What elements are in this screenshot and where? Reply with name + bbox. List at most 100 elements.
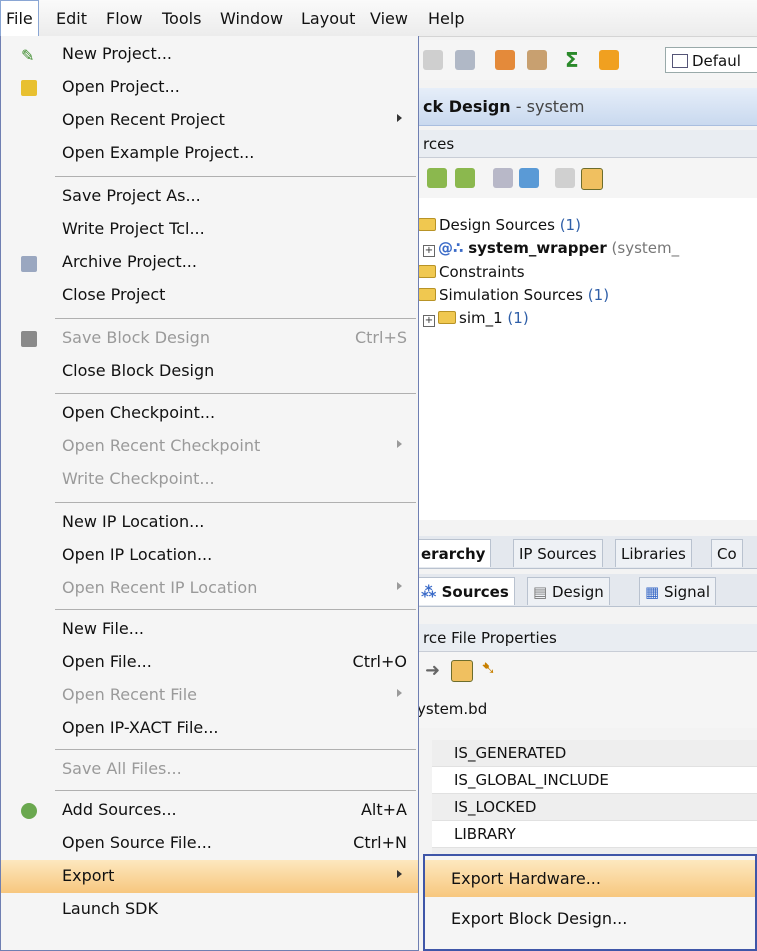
property-row[interactable]: IS_GENERATED: [432, 740, 757, 767]
property-row[interactable]: LIBRARY: [432, 821, 757, 848]
folder-icon: [418, 265, 436, 278]
menubar: File Edit Flow Tools Window Layout View …: [0, 0, 757, 37]
menu-window[interactable]: Window: [220, 9, 283, 28]
sources-toolbar: [415, 158, 757, 198]
menu-item-new-file[interactable]: New File...: [1, 613, 418, 646]
tab-signals[interactable]: ▦ Signal: [639, 577, 717, 605]
menu-item-open-project[interactable]: Open Project...: [1, 71, 418, 104]
submenu-arrow-icon: [397, 114, 402, 122]
folder-icon: [418, 288, 436, 301]
program-icon[interactable]: [455, 50, 475, 70]
menu-item-open-example-project[interactable]: Open Example Project...: [1, 137, 418, 170]
menu-item-new-project[interactable]: New Project...: [1, 38, 418, 71]
menu-item-new-ip-location[interactable]: New IP Location...: [1, 506, 418, 539]
tab-compile-order[interactable]: Co: [711, 539, 743, 567]
menu-item-write-project-tcl[interactable]: Write Project Tcl...: [1, 213, 418, 246]
file-menu: ✎ New Project... Open Project... Open Re…: [0, 36, 419, 951]
menu-separator: [55, 393, 416, 394]
add-sources-icon[interactable]: [493, 168, 513, 188]
tab-design[interactable]: ▤ Design: [527, 577, 610, 605]
menu-flow[interactable]: Flow: [106, 9, 143, 28]
menu-file[interactable]: File: [0, 0, 39, 36]
menu-layout[interactable]: Layout: [301, 9, 355, 28]
tree-design-sources[interactable]: Design Sources (1): [418, 216, 581, 234]
block-design-header: ck Design - system: [415, 88, 757, 126]
menu-item-open-recent-file[interactable]: Open Recent File: [1, 679, 418, 712]
submenu-arrow-icon: [397, 582, 402, 590]
layout-select[interactable]: Defaul: [665, 47, 757, 73]
submenu-arrow-icon: [397, 870, 402, 878]
expand-icon[interactable]: +: [423, 315, 435, 327]
view-tabs: erarchy IP Sources Libraries Co: [415, 536, 757, 569]
menu-item-open-recent-ip-location[interactable]: Open Recent IP Location: [1, 572, 418, 605]
menu-item-open-ip-xact-file[interactable]: Open IP-XACT File...: [1, 712, 418, 745]
block-design-subtitle: - system: [515, 97, 585, 116]
menu-separator: [55, 318, 416, 319]
hierarchy-icon: ⁂: [421, 583, 437, 601]
menu-item-open-source-file[interactable]: Open Source File... Ctrl+N: [1, 827, 418, 860]
sources-header: rces: [415, 130, 757, 158]
menu-item-write-checkpoint[interactable]: Write Checkpoint...: [1, 463, 418, 496]
signal-icon: ▦: [645, 583, 660, 601]
folder-icon: [418, 218, 436, 231]
menu-item-archive-project[interactable]: Archive Project...: [1, 246, 418, 279]
tree-constraints[interactable]: Constraints: [418, 263, 525, 281]
properties-icon[interactable]: [555, 168, 575, 188]
forward-icon[interactable]: ➜: [425, 660, 440, 681]
menu-item-save-project-as[interactable]: Save Project As...: [1, 180, 418, 213]
menu-view[interactable]: View: [370, 9, 408, 28]
tab-libraries[interactable]: Libraries: [615, 539, 692, 567]
menu-item-save-block-design[interactable]: Save Block Design Ctrl+S: [1, 322, 418, 355]
run-icon[interactable]: [423, 50, 443, 70]
expand-all-icon[interactable]: [455, 168, 475, 188]
block-design-title: ck Design: [423, 97, 511, 116]
menu-item-launch-sdk[interactable]: Launch SDK: [1, 893, 418, 926]
tab-hierarchy[interactable]: erarchy: [415, 539, 492, 567]
add-folder-icon[interactable]: [519, 168, 539, 188]
menu-separator: [55, 176, 416, 177]
settings-icon[interactable]: [451, 660, 473, 682]
sources-tabs: ⁂ Sources ▤ Design ▦ Signal: [415, 574, 757, 607]
menu-edit[interactable]: Edit: [56, 9, 87, 28]
design-icon: ▤: [533, 583, 548, 601]
menu-item-open-recent-project[interactable]: Open Recent Project: [1, 104, 418, 137]
tab-ip-sources[interactable]: IP Sources: [513, 539, 603, 567]
pin-icon[interactable]: [581, 168, 603, 190]
menu-separator: [55, 609, 416, 610]
menu-item-save-all-files[interactable]: Save All Files...: [1, 753, 418, 786]
tree-sim-1[interactable]: + sim_1 (1): [423, 309, 529, 327]
layout-icon: [672, 54, 688, 68]
submenu-arrow-icon: [397, 689, 402, 697]
property-row[interactable]: IS_LOCKED: [432, 794, 757, 821]
menu-item-add-sources[interactable]: Add Sources... Alt+A: [1, 794, 418, 827]
property-row[interactable]: IS_GLOBAL_INCLUDE: [432, 767, 757, 794]
folder-icon: [438, 311, 456, 324]
tree-simulation-sources[interactable]: Simulation Sources (1): [418, 286, 609, 304]
sigma-icon[interactable]: Σ: [565, 50, 585, 70]
menu-item-export-block-design[interactable]: Export Block Design...: [425, 900, 755, 937]
menu-tools[interactable]: Tools: [162, 9, 201, 28]
settings-icon[interactable]: [495, 50, 515, 70]
sources-tree: Design Sources (1) + @∴ system_wrapper (s…: [415, 198, 757, 520]
select-icon[interactable]: ➷: [481, 658, 496, 679]
menu-separator: [55, 502, 416, 503]
menu-item-open-checkpoint[interactable]: Open Checkpoint...: [1, 397, 418, 430]
collapse-all-icon[interactable]: [427, 168, 447, 188]
tools-icon[interactable]: [527, 50, 547, 70]
report-icon[interactable]: [599, 50, 619, 70]
menu-item-close-project[interactable]: Close Project: [1, 279, 418, 312]
properties-filename: ystem.bd: [415, 692, 757, 728]
properties-header: rce File Properties: [415, 624, 757, 652]
tree-system-wrapper[interactable]: + @∴ system_wrapper (system_: [423, 239, 679, 257]
menu-item-open-recent-checkpoint[interactable]: Open Recent Checkpoint: [1, 430, 418, 463]
menu-help[interactable]: Help: [428, 9, 464, 28]
expand-icon[interactable]: +: [423, 245, 435, 257]
menu-item-open-ip-location[interactable]: Open IP Location...: [1, 539, 418, 572]
menu-item-export[interactable]: Export: [1, 860, 418, 893]
menu-item-close-block-design[interactable]: Close Block Design: [1, 355, 418, 388]
properties-toolbar: ➜ ➷: [415, 652, 757, 692]
menu-item-open-file[interactable]: Open File... Ctrl+O: [1, 646, 418, 679]
tab-sources[interactable]: ⁂ Sources: [415, 577, 515, 605]
menu-item-export-hardware[interactable]: Export Hardware...: [425, 860, 755, 897]
verilog-icon: @∴: [438, 239, 464, 257]
